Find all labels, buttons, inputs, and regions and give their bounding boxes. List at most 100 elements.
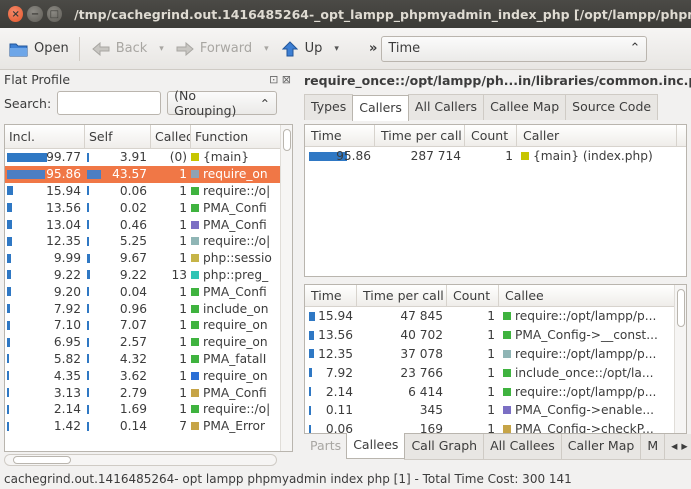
function-name: require_on (203, 318, 268, 333)
table-row[interactable]: 13.56 0.02 1 PMA_Confi (5, 199, 292, 216)
column-called[interactable]: Called (151, 125, 191, 148)
list-item[interactable]: 15.94 47 845 1 require::/opt/lampp/p... (305, 307, 686, 326)
vertical-scrollbar[interactable] (280, 125, 292, 451)
self-value: 0.02 (119, 200, 147, 215)
tab-m[interactable]: M (640, 434, 666, 460)
forward-dropdown-icon[interactable]: ▾ (264, 44, 269, 54)
table-row[interactable]: 5.82 4.32 1 PMA_fatalI (5, 351, 292, 368)
function-name: {main} (203, 150, 249, 165)
column-count[interactable]: Count (447, 285, 499, 306)
close-icon[interactable]: × (8, 6, 24, 22)
time-bar (309, 349, 314, 359)
column-function[interactable]: Function (191, 125, 281, 148)
column-time[interactable]: Time (305, 125, 375, 146)
list-item[interactable]: 2.14 6 414 1 require::/opt/lampp/p... (305, 382, 686, 401)
list-item[interactable]: 7.92 23 766 1 include_once::/opt/la... (305, 363, 686, 382)
grouping-arrows-icon: ⌃ (259, 95, 271, 111)
column-callee[interactable]: Callee (499, 285, 675, 306)
function-cell: PMA_Confi (191, 218, 292, 232)
table-row[interactable]: 9.99 9.67 1 php::sessio (5, 250, 292, 267)
table-row[interactable]: 6.95 2.57 1 require_on (5, 334, 292, 351)
maximize-icon[interactable]: □ (46, 6, 63, 22)
tab-all-callers[interactable]: All Callers (407, 94, 485, 120)
incl-bar (7, 152, 47, 162)
up-dropdown-icon[interactable]: ▾ (334, 44, 339, 54)
table-row[interactable]: 99.77 3.91 (0) {main} (5, 149, 292, 166)
function-cell: require_on (191, 318, 292, 332)
called-cell: 1 (179, 368, 187, 383)
self-value: 0.96 (119, 301, 147, 316)
table-row[interactable]: 95.86 43.57 1 require_on (5, 165, 292, 183)
table-row[interactable]: 3.13 2.79 1 PMA_Confi (5, 384, 292, 401)
tab-callers[interactable]: Callers (352, 95, 409, 121)
flat-profile-table[interactable]: Incl. Self Called Function 99.77 3.91 (0) {… (4, 124, 293, 452)
open-button[interactable]: Open (8, 40, 69, 58)
function-cell: require_on (191, 167, 292, 181)
function-cell: PMA_Error (191, 419, 292, 433)
table-row[interactable]: 12.35 5.25 1 require::/o| (5, 233, 292, 250)
list-item[interactable]: 0.06 169 1 PMA_Config->checkP... (305, 420, 686, 433)
callers-panel[interactable]: Time Time per call Count Caller 95.86 287… (304, 124, 687, 277)
incl-value: 9.99 (53, 251, 81, 266)
tab-scroll-arrows-icon[interactable]: ◂ ▸ (664, 434, 691, 460)
column-count[interactable]: Count (465, 125, 517, 146)
self-value: 5.25 (119, 234, 147, 249)
column-self[interactable]: Self (85, 125, 151, 148)
dock-close-icon[interactable]: ⊡ ⊠ (269, 73, 291, 86)
incl-value: 13.56 (46, 200, 81, 215)
function-color-icon (191, 270, 199, 279)
tab-callee-map[interactable]: Callee Map (483, 94, 567, 120)
event-type-combo[interactable]: Time ⌃ (381, 35, 648, 62)
column-incl[interactable]: Incl. (5, 125, 85, 148)
callees-panel[interactable]: Time Time per call Count Callee 15.94 47 … (304, 284, 687, 434)
called-cell: 1 (179, 167, 187, 182)
column-time-per-call[interactable]: Time per call (375, 125, 465, 146)
time-per-call-value: 23 766 (400, 365, 443, 380)
table-row[interactable]: 4.35 3.62 1 require_on (5, 367, 292, 384)
vertical-scrollbar[interactable] (674, 285, 686, 433)
incl-bar (7, 320, 10, 330)
horizontal-scrollbar[interactable] (4, 454, 277, 466)
scroll-thumb[interactable] (13, 456, 71, 464)
tab-all-callees[interactable]: All Callees (483, 434, 562, 460)
toolbar-overflow-icon[interactable]: » (369, 41, 377, 56)
time-value: 12.35 (318, 346, 353, 361)
tab-types[interactable]: Types (304, 94, 354, 120)
called-cell: 1 (179, 217, 187, 232)
column-time[interactable]: Time (305, 285, 357, 306)
back-button[interactable]: Back (90, 40, 147, 58)
forward-button[interactable]: Forward (174, 40, 252, 58)
self-bar (87, 270, 90, 280)
minimize-icon[interactable]: − (27, 6, 43, 22)
table-row[interactable]: 13.04 0.46 1 PMA_Confi (5, 216, 292, 233)
tab-callees[interactable]: Callees (346, 433, 406, 459)
tab-call-graph[interactable]: Call Graph (404, 434, 485, 460)
table-row[interactable]: 15.94 0.06 1 require::/o| (5, 183, 292, 200)
search-input[interactable] (57, 91, 162, 115)
tab-source-code[interactable]: Source Code (565, 94, 659, 120)
table-row[interactable]: 7.10 7.07 1 require_on (5, 317, 292, 334)
function-color-icon (191, 304, 199, 313)
status-bar: cachegrind.out.1416485264- opt lampp php… (0, 470, 691, 489)
table-row[interactable]: 1.42 0.14 7 PMA_Error (5, 418, 292, 435)
tab-caller-map[interactable]: Caller Map (560, 434, 642, 460)
list-item[interactable]: 95.86 287 714 1 {main} (index.php) (305, 147, 686, 166)
table-row[interactable]: 9.20 0.04 1 PMA_Confi (5, 283, 292, 300)
list-item[interactable]: 13.56 40 702 1 PMA_Config->__const... (305, 326, 686, 345)
table-row[interactable]: 7.92 0.96 1 include_on (5, 300, 292, 317)
list-item[interactable]: 0.11 345 1 PMA_Config->enable... (305, 401, 686, 420)
incl-value: 3.13 (53, 385, 81, 400)
search-label: Search: (4, 95, 52, 111)
table-row[interactable]: 9.22 9.22 13 php::preg_ (5, 267, 292, 284)
column-caller[interactable]: Caller (517, 125, 677, 146)
count-value: 1 (487, 328, 495, 343)
list-item[interactable]: 12.35 37 078 1 require::/opt/lampp/p... (305, 345, 686, 364)
grouping-select[interactable]: (No Grouping) ⌃ (167, 88, 278, 118)
column-time-per-call[interactable]: Time per call (357, 285, 447, 306)
scroll-thumb[interactable] (283, 129, 291, 151)
function-name: PMA_Config->__const... (515, 328, 658, 343)
scroll-thumb[interactable] (677, 289, 685, 327)
back-dropdown-icon[interactable]: ▾ (159, 44, 164, 54)
table-row[interactable]: 2.14 1.69 1 require::/o| (5, 401, 292, 418)
up-button[interactable]: Up (279, 40, 322, 58)
